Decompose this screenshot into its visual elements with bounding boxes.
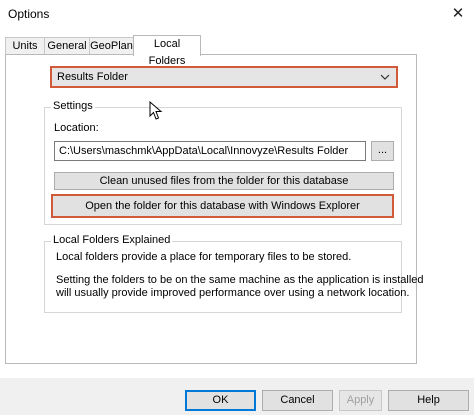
explained-paragraph-1: Local folders provide a place for tempor… xyxy=(56,251,352,263)
open-folder-explorer-button[interactable]: Open the folder for this database with W… xyxy=(51,194,394,218)
help-button[interactable]: Help xyxy=(388,390,469,411)
location-label: Location: xyxy=(54,122,99,134)
window-title: Options xyxy=(8,7,50,21)
folder-select-value: Results Folder xyxy=(57,71,128,83)
apply-button: Apply xyxy=(339,390,382,411)
folder-select[interactable]: Results Folder xyxy=(50,66,398,88)
location-input[interactable]: C:\Users\maschmk\AppData\Local\Innovyze\… xyxy=(54,141,366,161)
cancel-button[interactable]: Cancel xyxy=(262,390,333,411)
clean-unused-files-button[interactable]: Clean unused files from the folder for t… xyxy=(54,172,394,190)
tab-geoplan[interactable]: GeoPlan xyxy=(89,37,134,54)
close-icon[interactable]: ✕ xyxy=(447,3,469,25)
explained-paragraph-2-line-1: Setting the folders to be on the same ma… xyxy=(56,274,424,286)
explained-group-label: Local Folders Explained xyxy=(51,234,173,246)
tab-local-folders[interactable]: Local Folders xyxy=(133,35,201,67)
chevron-down-icon xyxy=(380,74,390,80)
title-bar: Options ✕ xyxy=(0,0,474,30)
tab-units[interactable]: Units xyxy=(5,37,45,54)
location-input-value: C:\Users\maschmk\AppData\Local\Innovyze\… xyxy=(59,145,349,157)
ok-button[interactable]: OK xyxy=(185,390,256,411)
browse-button[interactable]: ... xyxy=(371,141,394,161)
settings-group-label: Settings xyxy=(51,100,95,112)
mouse-pointer-icon xyxy=(149,101,163,120)
explained-paragraph-2-line-2: will usually provide improved performanc… xyxy=(56,287,410,299)
tab-general[interactable]: General xyxy=(44,37,90,54)
